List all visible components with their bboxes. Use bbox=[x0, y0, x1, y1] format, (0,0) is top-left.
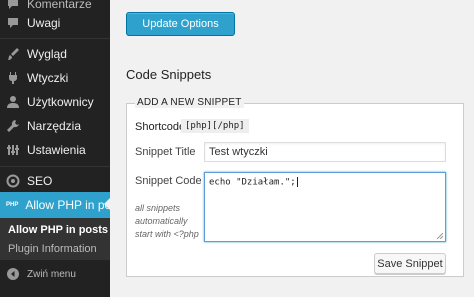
snippet-code-hint: all snippets automatically start with <?… bbox=[135, 203, 199, 239]
snippet-code-textarea[interactable]: echo "Działam."; bbox=[204, 172, 446, 242]
save-snippet-button[interactable]: Save Snippet bbox=[374, 253, 446, 274]
sidebar-item-label: Komentarze bbox=[27, 0, 92, 11]
sidebar-item-label: Wtyczki bbox=[27, 71, 69, 85]
divider bbox=[0, 38, 110, 39]
wp-admin-screen: Komentarze Uwagi Wygląd Wtyczki Użytkown… bbox=[0, 0, 474, 297]
snippet-code-label: Snippet Code bbox=[135, 175, 202, 187]
sidebar-item-label: Użytkownicy bbox=[27, 95, 94, 109]
snippet-code-value: echo "Działam."; bbox=[209, 177, 296, 188]
plugin-icon bbox=[6, 71, 20, 85]
update-options-button[interactable]: Update Options bbox=[126, 12, 235, 36]
sidebar-item-label: Narzędzia bbox=[27, 119, 82, 133]
text-caret bbox=[296, 177, 298, 187]
resize-handle-icon[interactable] bbox=[437, 233, 443, 239]
admin-sidebar: Komentarze Uwagi Wygląd Wtyczki Użytkown… bbox=[0, 0, 111, 297]
collapse-icon bbox=[6, 267, 20, 281]
sidebar-item-uzytkownicy[interactable]: Użytkownicy bbox=[0, 90, 110, 114]
sidebar-item-label: SEO bbox=[27, 174, 53, 188]
snippet-title-input[interactable]: Test wtyczki bbox=[204, 142, 446, 162]
seo-icon bbox=[6, 174, 20, 188]
sidebar-item-label: Allow PHP in posts bbox=[25, 198, 110, 212]
php-icon: PHP bbox=[6, 198, 18, 212]
sidebar-item-label: Wygląd bbox=[27, 47, 67, 61]
collapse-menu-button[interactable]: Zwiń menu bbox=[0, 262, 110, 286]
sidebar-item-label: Ustawienia bbox=[27, 143, 86, 157]
sidebar-item-uwagi[interactable]: Uwagi bbox=[0, 11, 110, 35]
add-snippet-fieldset: ADD A NEW SNIPPET Shortcode: [php][/php]… bbox=[126, 97, 464, 277]
sidebar-item-wyglad[interactable]: Wygląd bbox=[0, 42, 110, 66]
php-badge: PHP bbox=[6, 202, 19, 208]
collapse-label: Zwiń menu bbox=[27, 268, 76, 280]
submenu-item-plugin-information[interactable]: Plugin Information bbox=[8, 243, 97, 255]
sidebar-item-narzedzia[interactable]: Narzędzia bbox=[0, 114, 110, 138]
divider bbox=[0, 166, 110, 167]
submenu: Allow PHP in posts Plugin Information bbox=[0, 218, 110, 260]
snippet-title-label: Snippet Title bbox=[135, 146, 196, 158]
fieldset-legend: ADD A NEW SNIPPET bbox=[135, 97, 244, 108]
submenu-item-allow-php[interactable]: Allow PHP in posts bbox=[8, 224, 108, 236]
comments-icon bbox=[6, 0, 20, 11]
sidebar-item-allow-php[interactable]: PHP Allow PHP in posts bbox=[0, 192, 110, 218]
section-title: Code Snippets bbox=[126, 67, 212, 82]
sidebar-item-wtyczki[interactable]: Wtyczki bbox=[0, 66, 110, 90]
sidebar-item-ustawienia[interactable]: Ustawienia bbox=[0, 138, 110, 162]
snippet-title-value: Test wtyczki bbox=[209, 146, 268, 158]
users-icon bbox=[6, 95, 20, 109]
brush-icon bbox=[6, 47, 20, 61]
wrench-icon bbox=[6, 119, 20, 133]
sidebar-item-label: Uwagi bbox=[27, 16, 61, 30]
shortcode-value: [php][/php] bbox=[181, 119, 249, 133]
comment-icon bbox=[6, 16, 20, 30]
settings-icon bbox=[6, 143, 20, 157]
main-content: Update Options Code Snippets ADD A NEW S… bbox=[110, 0, 474, 297]
sidebar-item-seo[interactable]: SEO bbox=[0, 169, 110, 193]
